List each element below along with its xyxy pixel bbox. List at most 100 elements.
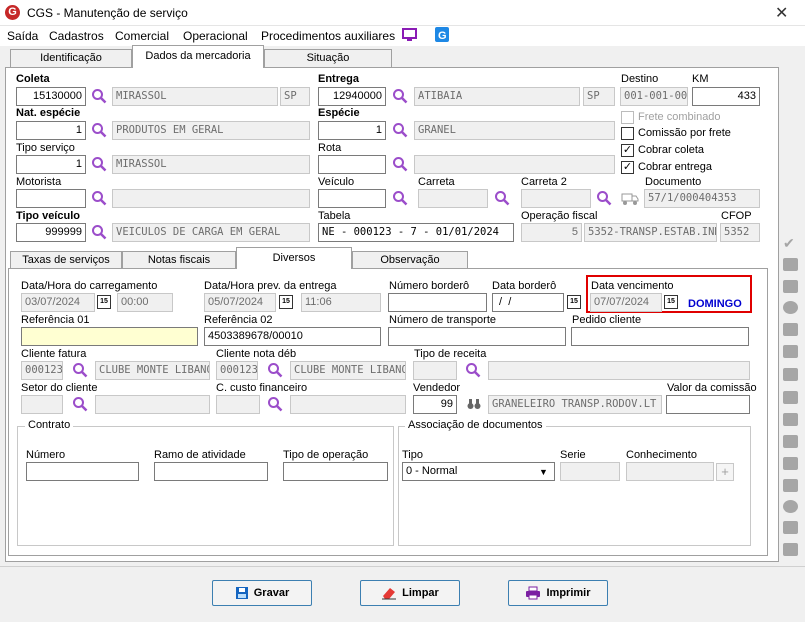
menu-operacional[interactable]: Operacional bbox=[183, 29, 248, 43]
setor-cliente-code-field bbox=[21, 395, 63, 414]
rota-code-field[interactable] bbox=[318, 155, 386, 174]
carreta2-label: Carreta 2 bbox=[521, 176, 567, 188]
coleta-label: Coleta bbox=[16, 73, 50, 85]
documento-label: Documento bbox=[645, 176, 702, 188]
vendedor-label: Vendedor bbox=[413, 382, 461, 394]
cliente-fatura-search-icon[interactable] bbox=[72, 362, 88, 378]
associacao-group bbox=[398, 426, 751, 546]
toolbar-tool-icon[interactable] bbox=[783, 258, 798, 271]
menu-saida[interactable]: Saída bbox=[7, 29, 38, 43]
tab-taxas-servicos[interactable]: Taxas de serviços bbox=[10, 251, 122, 269]
entrega-search-icon[interactable] bbox=[392, 88, 408, 104]
data-bordero-label: Data borderô bbox=[492, 280, 557, 292]
circle-icon[interactable] bbox=[783, 301, 798, 314]
forward-doc-icon[interactable] bbox=[783, 345, 798, 358]
setor-cliente-search-icon[interactable] bbox=[72, 396, 88, 412]
numero-bordero-field[interactable] bbox=[388, 293, 487, 312]
entrega-uf-field: SP bbox=[583, 87, 615, 106]
especie-code-field[interactable]: 1 bbox=[318, 121, 386, 140]
vendedor-code-field[interactable]: 99 bbox=[413, 395, 457, 414]
imprimir-button[interactable]: Imprimir bbox=[508, 580, 608, 606]
cliente-nota-search-icon[interactable] bbox=[267, 362, 283, 378]
truck-icon[interactable] bbox=[621, 190, 639, 206]
truck-side-icon[interactable] bbox=[783, 413, 798, 426]
entrega-code-field[interactable]: 12940000 bbox=[318, 87, 386, 106]
tabela-field[interactable]: NE - 000123 - 7 - 01/01/2024 bbox=[318, 223, 514, 242]
numero-transporte-field[interactable] bbox=[388, 327, 566, 346]
carreta2-search-icon[interactable] bbox=[596, 190, 612, 206]
binoculars-icon[interactable] bbox=[467, 398, 481, 410]
tipo-receita-search-icon[interactable] bbox=[465, 362, 481, 378]
frete-combinado-checkbox[interactable] bbox=[621, 111, 634, 124]
cobrar-entrega-checkbox[interactable]: ✓ bbox=[621, 161, 634, 174]
coleta-search-icon[interactable] bbox=[91, 88, 107, 104]
carreta-search-icon[interactable] bbox=[494, 190, 510, 206]
data-vencimento-calendar-icon[interactable]: 15 bbox=[664, 295, 678, 309]
share-icon[interactable] bbox=[783, 435, 798, 448]
menu-procedimentos[interactable]: Procedimentos auxiliares bbox=[261, 29, 395, 43]
graph-icon[interactable] bbox=[783, 521, 798, 534]
associacao-tipo-select[interactable]: 0 - Normal bbox=[402, 462, 555, 481]
tipo-operacao-field[interactable] bbox=[283, 462, 388, 481]
comissao-frete-checkbox[interactable] bbox=[621, 127, 634, 140]
especie-label: Espécie bbox=[318, 107, 360, 119]
veiculo-search-icon[interactable] bbox=[392, 190, 408, 206]
contrato-numero-field[interactable] bbox=[26, 462, 139, 481]
nat-especie-code-field[interactable]: 1 bbox=[16, 121, 86, 140]
carregamento-time-field: 00:00 bbox=[117, 293, 173, 312]
cidt-icon[interactable] bbox=[783, 280, 798, 293]
tipo-veiculo-search-icon[interactable] bbox=[91, 224, 107, 240]
tab-situacao[interactable]: Situação bbox=[264, 49, 392, 68]
rota-search-icon[interactable] bbox=[392, 156, 408, 172]
copy-icon[interactable] bbox=[783, 368, 798, 381]
cliente-fatura-label: Cliente fatura bbox=[21, 348, 87, 360]
carregamento-calendar-icon[interactable]: 15 bbox=[97, 295, 111, 309]
custo-financeiro-search-icon[interactable] bbox=[267, 396, 283, 412]
km-field[interactable]: 433 bbox=[692, 87, 760, 106]
pointer-icon[interactable] bbox=[783, 391, 798, 404]
grid-icon[interactable] bbox=[783, 457, 798, 470]
nat-especie-search-icon[interactable] bbox=[91, 122, 107, 138]
tab-observacao[interactable]: Observação bbox=[352, 251, 468, 269]
tipo-veiculo-label: Tipo veículo bbox=[16, 210, 80, 222]
motorista-search-icon[interactable] bbox=[91, 190, 107, 206]
limpar-button[interactable]: Limpar bbox=[360, 580, 460, 606]
chevron-down-icon[interactable]: ▼ bbox=[539, 467, 548, 477]
menu-cadastros[interactable]: Cadastros bbox=[49, 29, 104, 43]
cloud-icon[interactable] bbox=[783, 479, 798, 492]
add-document-icon[interactable]: + bbox=[716, 463, 734, 481]
tipo-servico-search-icon[interactable] bbox=[91, 156, 107, 172]
circle2-icon[interactable] bbox=[783, 500, 798, 513]
tab-identificacao[interactable]: Identificação bbox=[10, 49, 132, 68]
cliente-nota-code-field: 000123 bbox=[216, 361, 258, 380]
refresh-icon[interactable] bbox=[783, 543, 798, 556]
cliente-fatura-code-field: 000123 bbox=[21, 361, 63, 380]
tipo-veiculo-code-field[interactable]: 999999 bbox=[16, 223, 86, 242]
tab-diversos[interactable]: Diversos bbox=[236, 247, 352, 269]
referencia02-field[interactable]: 4503389678/00010 bbox=[204, 327, 381, 346]
tipo-receita-label: Tipo de receita bbox=[414, 348, 487, 360]
especie-search-icon[interactable] bbox=[392, 122, 408, 138]
check-icon[interactable]: ✔ bbox=[783, 235, 795, 252]
cobrar-coleta-checkbox[interactable]: ✓ bbox=[621, 144, 634, 157]
menu-comercial[interactable]: Comercial bbox=[115, 29, 169, 43]
valor-comissao-field[interactable] bbox=[666, 395, 750, 414]
tipo-servico-label: Tipo serviço bbox=[16, 142, 75, 154]
gravar-button[interactable]: Gravar bbox=[212, 580, 312, 606]
ramo-atividade-field[interactable] bbox=[154, 462, 268, 481]
veiculo-field[interactable] bbox=[318, 189, 386, 208]
referencia01-field[interactable] bbox=[21, 327, 198, 346]
coleta-code-field[interactable]: 15130000 bbox=[16, 87, 86, 106]
motorista-code-field[interactable] bbox=[16, 189, 86, 208]
tab-notas-fiscais[interactable]: Notas fiscais bbox=[122, 251, 236, 269]
tipo-servico-code-field[interactable]: 1 bbox=[16, 155, 86, 174]
pedido-cliente-field[interactable] bbox=[571, 327, 749, 346]
tab-dados-mercadoria[interactable]: Dados da mercadoria bbox=[132, 45, 264, 68]
monitor-icon[interactable] bbox=[402, 28, 417, 42]
data-bordero-calendar-icon[interactable]: 15 bbox=[567, 295, 581, 309]
eraser-icon[interactable] bbox=[783, 323, 798, 336]
g-app-icon[interactable]: G bbox=[435, 27, 449, 42]
data-bordero-field[interactable]: / / bbox=[492, 293, 564, 312]
prev-entrega-calendar-icon[interactable]: 15 bbox=[279, 295, 293, 309]
close-icon[interactable]: ✕ bbox=[775, 3, 788, 23]
